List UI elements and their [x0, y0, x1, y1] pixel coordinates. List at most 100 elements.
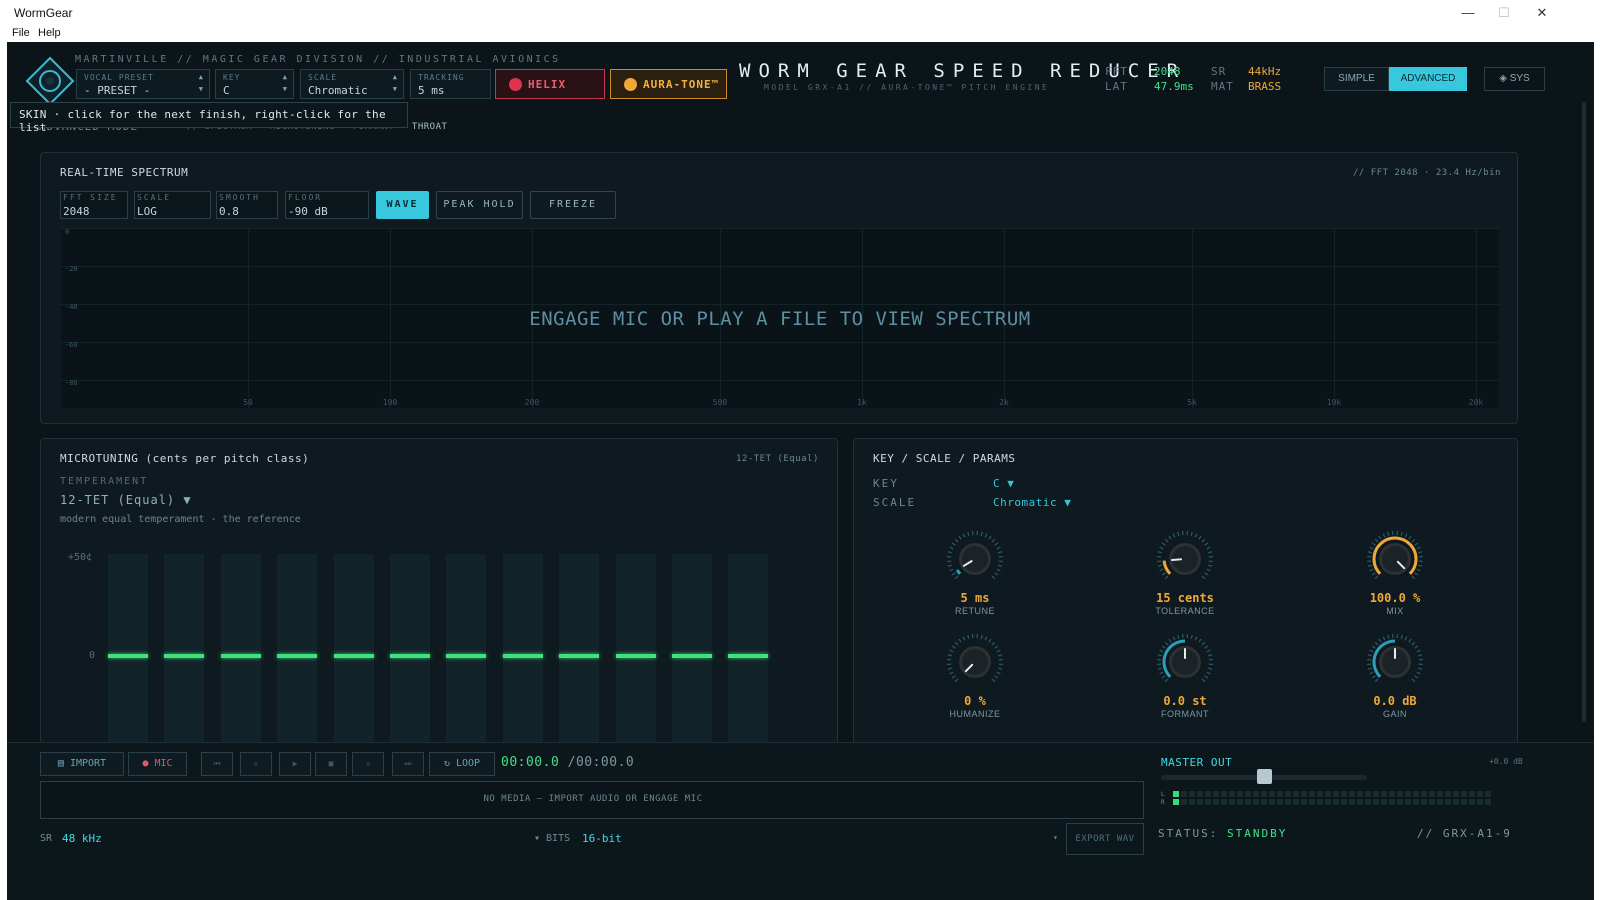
export-wav-button[interactable]: EXPORT WAV — [1066, 823, 1144, 855]
status-label: STATUS: — [1158, 827, 1219, 840]
tracking-value: 5 ms — [418, 84, 445, 97]
menu-file[interactable]: File — [12, 27, 30, 39]
minimize-button[interactable]: — — [1451, 3, 1485, 23]
skip-end-button[interactable]: ⏭ — [392, 752, 424, 776]
play-button[interactable]: ▶ — [279, 752, 311, 776]
microtuning-bar — [559, 654, 600, 658]
microtuning-slider[interactable] — [164, 554, 205, 744]
knob-tolerance[interactable]: 15 cents TOLERANCE — [1150, 529, 1220, 629]
knob-dial-icon — [1367, 634, 1423, 683]
microtuning-slider[interactable] — [446, 554, 487, 744]
fast-forward-button[interactable]: » — [352, 752, 384, 776]
export-format-caret-icon[interactable]: ▾ — [1053, 833, 1058, 842]
fft-size-value: 2048 — [63, 205, 90, 218]
meter-segment — [1333, 799, 1339, 805]
scrollbar[interactable] — [1582, 102, 1586, 722]
mode-advanced-button[interactable]: ADVANCED — [1389, 67, 1467, 91]
temperament-select[interactable]: 12-TET (Equal) ▼ — [60, 493, 192, 507]
fft-stat-value: 2048 — [1154, 65, 1181, 78]
meter-segment — [1261, 791, 1267, 797]
menu-help[interactable]: Help — [38, 27, 61, 39]
microtuning-slider[interactable] — [390, 554, 430, 744]
skin-tooltip: SKIN · click for the next finish, right-… — [10, 102, 408, 134]
helix-button[interactable]: HELIX — [495, 69, 605, 99]
scale-select[interactable]: SCALE Chromatic ▲ ▼ — [300, 69, 404, 99]
meter-segment — [1381, 799, 1387, 805]
import-button[interactable]: ▤ IMPORT — [40, 752, 124, 776]
param-key-select[interactable]: C ▼ — [993, 477, 1014, 490]
microtuning-bar — [220, 654, 261, 658]
sr-stat-label: SR — [1211, 65, 1227, 78]
stop-button[interactable]: ■ — [315, 752, 347, 776]
microtuning-bar — [615, 654, 656, 658]
microtuning-slider[interactable] — [502, 554, 543, 744]
sample-rate-select[interactable]: 48 kHz — [62, 832, 102, 845]
peak-hold-toggle[interactable]: PEAK HOLD — [436, 191, 523, 219]
spectrum-display: 0 -20 -40 -60 -80 50 100 200 500 1k 2k 5… — [61, 228, 1499, 408]
vocal-preset-select[interactable]: VOCAL PRESET - PRESET - ▲ ▼ — [76, 69, 210, 99]
knob-mix[interactable]: 100.0 % MIX — [1360, 529, 1430, 629]
freeze-toggle[interactable]: FREEZE — [530, 191, 616, 219]
microtuning-slider[interactable] — [672, 554, 712, 744]
meter-segment — [1365, 791, 1371, 797]
auratone-button[interactable]: AURA-TONE™ — [610, 69, 727, 99]
smooth-field[interactable]: SMOOTH 0.8 — [216, 191, 278, 219]
spectrum-y-tick: -20 — [65, 265, 78, 273]
microtuning-slider[interactable] — [108, 554, 148, 744]
microtuning-bar — [728, 654, 769, 658]
smooth-label: SMOOTH — [219, 193, 260, 202]
fft-size-field[interactable]: FFT SIZE 2048 — [60, 191, 128, 219]
knob-value: 5 ms — [960, 591, 990, 605]
param-scale-select[interactable]: Chromatic ▼ — [993, 496, 1071, 509]
spectrum-x-tick: 50 — [243, 398, 253, 407]
media-waveform-area[interactable]: NO MEDIA — IMPORT AUDIO OR ENGAGE MIC — [40, 781, 1144, 819]
meter-segment — [1325, 799, 1331, 805]
sys-button[interactable]: ◈ SYS — [1484, 67, 1545, 91]
param-key-label: KEY — [873, 477, 899, 490]
breadcrumb-active[interactable]: THROAT — [412, 122, 448, 132]
meter-segment — [1213, 799, 1219, 805]
meter-segment — [1333, 791, 1339, 797]
maximize-button[interactable]: ☐ — [1487, 3, 1521, 23]
wave-toggle[interactable]: WAVE — [376, 191, 429, 219]
microtuning-slider[interactable] — [615, 554, 656, 744]
skip-start-button[interactable]: ⏮ — [201, 752, 233, 776]
meter-segment — [1453, 799, 1459, 805]
bits-select[interactable]: 16-bit — [582, 832, 622, 845]
meter-segment — [1269, 799, 1275, 805]
knob-gain[interactable]: 0.0 dB GAIN — [1360, 632, 1430, 732]
mic-button[interactable]: ● MIC — [128, 752, 187, 776]
skin-logo-icon[interactable] — [25, 56, 75, 106]
meter-segment — [1477, 791, 1483, 797]
app-subtitle: MODEL GRX-A1 // AURA-TONE™ PITCH ENGINE — [764, 83, 1050, 92]
caret-icon: ▼ — [198, 85, 203, 93]
microtuning-slider[interactable] — [277, 554, 318, 744]
loop-button[interactable]: ↻ LOOP — [429, 752, 495, 776]
close-button[interactable]: ✕ — [1525, 3, 1559, 23]
knob-formant[interactable]: 0.0 st FORMANT — [1150, 632, 1220, 732]
rewind-button[interactable]: « — [240, 752, 272, 776]
scale-field[interactable]: SCALE LOG — [134, 191, 211, 219]
microtuning-slider[interactable] — [333, 554, 374, 744]
scale-label: SCALE — [308, 73, 338, 82]
key-select[interactable]: KEY C ▲ ▼ — [215, 69, 294, 99]
microtuning-bar — [333, 654, 374, 658]
microtuning-title: MICROTUNING (cents per pitch class) — [60, 452, 310, 465]
knob-humanize[interactable]: 0 % HUMANIZE — [940, 632, 1010, 732]
mode-simple-button[interactable]: SIMPLE — [1324, 67, 1389, 91]
meter-segment — [1317, 799, 1323, 805]
meter-segment — [1261, 799, 1267, 805]
floor-field[interactable]: FLOOR -90 dB — [285, 191, 369, 219]
knob-retune[interactable]: 5 ms RETUNE — [940, 529, 1010, 629]
meter-segment — [1277, 799, 1283, 805]
knob-label: TOLERANCE — [1155, 606, 1215, 616]
bits-label: ▾ BITS — [534, 833, 571, 844]
tracking-field[interactable]: TRACKING 5 ms — [410, 69, 491, 99]
microtuning-slider[interactable] — [559, 554, 600, 744]
meter-segment — [1397, 799, 1403, 805]
master-fader-thumb[interactable] — [1257, 769, 1272, 784]
microtuning-slider[interactable] — [728, 554, 769, 744]
spectrum-y-tick: -80 — [65, 379, 78, 387]
microtuning-slider[interactable] — [220, 554, 261, 744]
microtuning-y-zero: 0 — [89, 650, 96, 661]
